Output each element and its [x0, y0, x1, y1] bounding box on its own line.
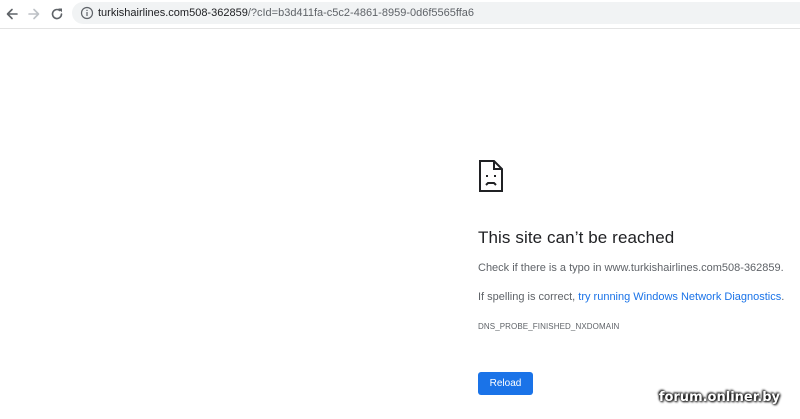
reload-icon — [51, 8, 63, 20]
error-typo-hint: Check if there is a typo in www.turkisha… — [478, 262, 784, 274]
network-diagnostics-link[interactable]: try running Windows Network Diagnostics — [578, 291, 781, 303]
back-arrow-icon — [6, 8, 18, 20]
url-host: turkishairlines.com508-362859 — [98, 7, 248, 19]
diagnostics-suffix: . — [781, 291, 785, 303]
browser-toolbar: turkishairlines.com508-362859/?cId=b3d41… — [0, 0, 800, 29]
url-query: /?cId=b3d411fa-c5c2-4861-8959-0d6f5565ff… — [247, 7, 475, 19]
reload-page-button[interactable] — [47, 4, 67, 24]
forward-button[interactable] — [24, 4, 44, 24]
back-button[interactable] — [2, 4, 22, 24]
error-title: This site can’t be reached — [478, 228, 675, 247]
info-icon[interactable] — [80, 6, 94, 20]
error-diagnostics-hint: If spelling is correct, try running Wind… — [478, 291, 784, 303]
forward-arrow-icon — [28, 8, 40, 20]
broken-document-icon — [479, 160, 503, 192]
url-text[interactable]: turkishairlines.com508-362859/?cId=b3d41… — [98, 5, 474, 21]
address-bar[interactable]: turkishairlines.com508-362859/?cId=b3d41… — [72, 2, 800, 24]
reload-button[interactable]: Reload — [478, 372, 533, 395]
watermark: forum.onliner.by — [658, 390, 780, 405]
error-code: DNS_PROBE_FINISHED_NXDOMAIN — [478, 322, 620, 331]
diagnostics-prefix: If spelling is correct, — [478, 291, 579, 303]
